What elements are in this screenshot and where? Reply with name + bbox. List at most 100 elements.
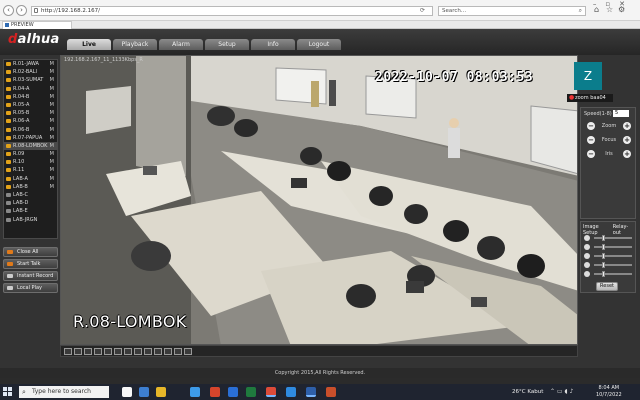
file-explorer-icon[interactable] xyxy=(156,387,166,397)
tab-live[interactable]: Live xyxy=(67,39,111,50)
speed-select[interactable]: 5 xyxy=(613,110,629,117)
channel-item[interactable]: R.09 M xyxy=(4,150,57,158)
taskbar-search-input[interactable]: ⌕ Type here to search xyxy=(19,386,109,398)
zoom-avatar[interactable]: Z xyxy=(574,62,602,90)
powerpoint-icon[interactable] xyxy=(326,387,336,397)
instant-record-button[interactable]: Instant Record xyxy=(3,271,58,281)
zoom-icon[interactable] xyxy=(164,348,172,355)
channel-item[interactable]: LAB-A M xyxy=(4,175,57,183)
windows-start-icon[interactable] xyxy=(3,387,13,397)
main-stream-toggle[interactable]: M xyxy=(50,150,54,158)
tab-logout[interactable]: Logout xyxy=(297,39,341,50)
search-icon[interactable]: ⌕ xyxy=(579,7,582,15)
system-tray-icons[interactable]: ⌃ ▭ ◖ ♪ xyxy=(550,384,573,400)
slider-handle[interactable] xyxy=(602,235,605,241)
edge-icon[interactable] xyxy=(139,387,149,397)
channel-item[interactable]: R.04-B M xyxy=(4,93,57,101)
main-stream-toggle[interactable]: M xyxy=(50,134,54,142)
store-icon[interactable] xyxy=(190,387,200,397)
channel-item[interactable]: R.03-SUMAT M xyxy=(4,76,57,84)
slider-handle[interactable] xyxy=(602,271,605,277)
main-stream-toggle[interactable]: M xyxy=(50,76,54,84)
slider-handle[interactable] xyxy=(602,262,605,268)
tab-info[interactable]: Info xyxy=(251,39,295,50)
window-controls[interactable]: –▫✕ xyxy=(593,0,634,8)
main-stream-toggle[interactable]: M xyxy=(50,60,54,68)
internet-explorer-icon[interactable] xyxy=(306,387,316,397)
excel-icon[interactable] xyxy=(246,387,256,397)
word-icon[interactable] xyxy=(228,387,238,397)
sharpness-slider[interactable] xyxy=(594,271,632,277)
back-icon[interactable]: ‹ xyxy=(3,5,14,16)
channel-item[interactable]: LAB-JRGN xyxy=(4,216,57,224)
main-stream-toggle[interactable]: M xyxy=(50,166,54,174)
address-bar[interactable]: http://192.168.2.167/ xyxy=(31,6,433,16)
iris-close-icon[interactable]: − xyxy=(587,150,595,158)
main-stream-toggle[interactable]: M xyxy=(50,117,54,125)
stream-icon[interactable] xyxy=(174,348,182,355)
channel-item[interactable]: R.07-PAPUA M xyxy=(4,134,57,142)
layout-1-icon[interactable] xyxy=(64,348,72,355)
local-play-button[interactable]: Local Play xyxy=(3,283,58,293)
forward-icon[interactable]: › xyxy=(16,5,27,16)
snapshot-icon[interactable] xyxy=(134,348,142,355)
layout-36-icon[interactable] xyxy=(114,348,122,355)
slider-handle[interactable] xyxy=(602,253,605,259)
zoom-out-icon[interactable]: − xyxy=(587,122,595,130)
main-stream-toggle[interactable]: M xyxy=(50,158,54,166)
main-stream-toggle[interactable]: M xyxy=(50,142,54,150)
refresh-icon[interactable]: ⟳ xyxy=(420,6,425,15)
office-icon[interactable] xyxy=(210,387,220,397)
close-all-button[interactable]: Close All xyxy=(3,247,58,257)
iris-open-icon[interactable]: + xyxy=(623,150,631,158)
record-icon[interactable] xyxy=(144,348,152,355)
channel-item[interactable]: R.05-A M xyxy=(4,101,57,109)
layout-9-icon[interactable] xyxy=(84,348,92,355)
channel-item[interactable]: LAB-D xyxy=(4,199,57,207)
taskbar-clock[interactable]: 8:04 AM 10/7/2022 xyxy=(596,385,622,399)
focus-in-icon[interactable]: + xyxy=(623,136,631,144)
main-stream-toggle[interactable]: M xyxy=(50,109,54,117)
layout-16-icon[interactable] xyxy=(94,348,102,355)
browser-search-input[interactable]: Search... ⌕ xyxy=(438,6,586,16)
main-stream-toggle[interactable]: M xyxy=(50,93,54,101)
tab-alarm[interactable]: Alarm xyxy=(159,39,203,50)
main-stream-toggle[interactable]: M xyxy=(50,175,54,183)
contrast-slider[interactable] xyxy=(594,244,632,250)
start-talk-button[interactable]: Start Talk xyxy=(3,259,58,269)
channel-item[interactable]: LAB-C xyxy=(4,191,57,199)
live-video-feed[interactable]: 192.168.2.167_11_1133Kbps_R 2022-10-07 0… xyxy=(60,55,578,345)
channel-item[interactable]: R.08-LOMBOK M xyxy=(4,141,57,151)
main-stream-toggle[interactable]: M xyxy=(50,101,54,109)
audio-icon[interactable] xyxy=(154,348,162,355)
channel-item[interactable]: R.05-B M xyxy=(4,109,57,117)
task-view-icon[interactable] xyxy=(122,387,132,397)
close-icon[interactable] xyxy=(184,348,192,355)
browser-tab-preview[interactable]: PREVIEW xyxy=(2,21,72,29)
channel-item[interactable]: R.02-BALI M xyxy=(4,68,57,76)
channel-item[interactable]: R.10 M xyxy=(4,158,57,166)
channel-item[interactable]: R.11 M xyxy=(4,166,57,174)
focus-out-icon[interactable]: − xyxy=(587,136,595,144)
channel-item[interactable]: R.04-A M xyxy=(4,85,57,93)
main-stream-toggle[interactable]: M xyxy=(50,183,54,191)
channel-item[interactable]: R.06-A M xyxy=(4,117,57,125)
tab-setup[interactable]: Setup xyxy=(205,39,249,50)
channel-item[interactable]: LAB-B M xyxy=(4,183,57,191)
hue-slider[interactable] xyxy=(594,262,632,268)
brightness-slider[interactable] xyxy=(594,235,632,241)
chrome-icon[interactable] xyxy=(266,387,276,397)
channel-item[interactable]: R.01-JAWA M xyxy=(4,60,57,68)
zoom-app-icon[interactable] xyxy=(286,387,296,397)
reset-button[interactable]: Reset xyxy=(596,282,618,291)
layout-25-icon[interactable] xyxy=(104,348,112,355)
weather-widget[interactable]: 26°C Kabut xyxy=(512,384,543,400)
saturation-slider[interactable] xyxy=(594,253,632,259)
channel-item[interactable]: LAB-E xyxy=(4,207,57,215)
main-stream-toggle[interactable]: M xyxy=(50,68,54,76)
main-stream-toggle[interactable]: M xyxy=(50,126,54,134)
channel-item[interactable]: R.06-B M xyxy=(4,126,57,134)
main-stream-toggle[interactable]: M xyxy=(50,85,54,93)
fullscreen-icon[interactable] xyxy=(124,348,132,355)
slider-handle[interactable] xyxy=(602,244,605,250)
